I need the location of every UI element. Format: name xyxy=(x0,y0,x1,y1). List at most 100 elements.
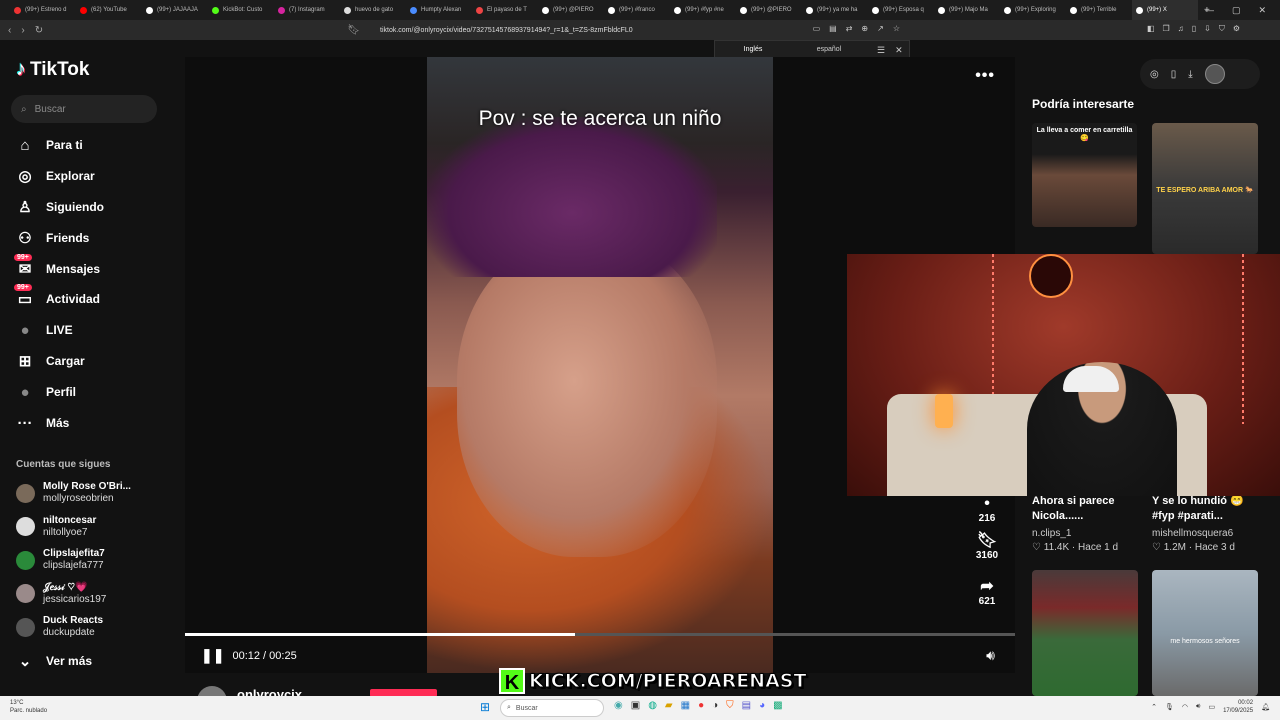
recommendation-title[interactable]: Y se lo hundió 😁 #fyp #parati... xyxy=(1152,494,1264,524)
browser-tab[interactable]: El payaso de T xyxy=(472,0,538,20)
sidebar-item-actividad[interactable]: ▭ 99+ Actividad xyxy=(14,284,100,308)
recommendation-title[interactable]: Ahora si parece Nicola...... xyxy=(1032,494,1142,524)
clock[interactable]: 00:02 17/09/2025 xyxy=(1223,699,1253,715)
browser-tab[interactable]: (7) Instagram xyxy=(274,0,340,20)
following-account[interactable]: 𝒥𝑒𝓈𝓈𝒾 ♡💗 jessicarios197 xyxy=(16,582,106,606)
browser-tab[interactable]: KickBot: Custo xyxy=(208,0,274,20)
browser-tab[interactable]: (99+) #franco xyxy=(604,0,670,20)
sidebar-item-siguiendo[interactable]: ♙ Siguiendo xyxy=(16,198,104,216)
browser-tab[interactable]: (62) YouTube xyxy=(76,0,142,20)
bookmark-icon[interactable]: 🔖︎ xyxy=(347,25,360,36)
browser-tab[interactable]: (99+) Esposa q xyxy=(868,0,934,20)
sidebar-item-parati[interactable]: ⌂ Para ti xyxy=(16,136,82,154)
chevron-up-icon[interactable]: ⌃ xyxy=(1151,703,1157,711)
taskbar-search[interactable]: ⌕ Buscar xyxy=(500,699,604,717)
more-options-icon[interactable]: ••• xyxy=(975,67,995,85)
video-frame[interactable]: Pov : se te acerca un niño xyxy=(427,57,773,673)
reader-icon[interactable]: ▤ xyxy=(829,24,837,33)
sidebar-item-explorar[interactable]: ◎ Explorar xyxy=(16,167,94,185)
browser-tab[interactable]: (99+) Exploring xyxy=(1000,0,1066,20)
maximize-icon[interactable]: ▢ xyxy=(1232,5,1241,16)
excel-icon[interactable]: ▩ xyxy=(773,700,782,711)
teams-icon[interactable]: ▤ xyxy=(742,700,751,711)
pause-icon[interactable]: ❚❚ xyxy=(201,647,224,664)
forward-icon[interactable]: › xyxy=(21,25,24,36)
volume-icon[interactable]: 🔊︎ xyxy=(986,647,995,664)
following-account[interactable]: Clipslajefita7 clipslajefa777 xyxy=(16,548,105,572)
recommendation-thumb[interactable] xyxy=(1032,570,1138,696)
recommendation-thumb[interactable]: me hermosos señores xyxy=(1152,570,1258,696)
search-input[interactable]: ⌕ Buscar xyxy=(11,95,157,123)
user-avatar[interactable] xyxy=(1204,64,1225,84)
sidebar-item-cargar[interactable]: ⊞ Cargar xyxy=(16,352,85,370)
browser-tab[interactable]: (99+) @PIERO xyxy=(736,0,802,20)
edge-icon[interactable]: ◍ xyxy=(648,700,657,711)
back-icon[interactable]: ‹ xyxy=(8,25,11,36)
split-view-icon[interactable]: ▭ xyxy=(813,24,821,33)
browser-tab[interactable]: (99+) Majo Ma xyxy=(934,0,1000,20)
recommendation-user[interactable]: n.clips_1 xyxy=(1032,528,1071,539)
zoom-icon[interactable]: ⊕ xyxy=(861,24,868,33)
browser-tab[interactable]: (99+) JAJAAJA xyxy=(142,0,208,20)
get-coins-icon[interactable]: ◎ xyxy=(1150,69,1159,80)
file-explorer-icon[interactable]: ▰ xyxy=(665,700,673,711)
store-icon[interactable]: ▦ xyxy=(681,700,690,711)
share-action[interactable]: ➦ 621 xyxy=(962,576,1012,607)
recommendation-user[interactable]: mishellmosquera6 xyxy=(1152,528,1233,539)
comments-action[interactable]: • 216 xyxy=(962,495,1012,524)
copilot-icon[interactable]: ◉ xyxy=(614,700,623,711)
sidebar-item-perfil[interactable]: ● Perfil xyxy=(16,383,76,401)
see-more-button[interactable]: ⌄ Ver más xyxy=(16,652,92,670)
sidebar-item-ms[interactable]: ··· Más xyxy=(16,414,70,432)
tiktok-logo[interactable]: ♪ TikTok xyxy=(16,58,89,81)
browser-tab[interactable]: Humpty Alexan xyxy=(406,0,472,20)
speaker-icon[interactable]: 🔊︎ xyxy=(1196,703,1200,711)
extension-icon[interactable]: ◧ xyxy=(1147,24,1155,34)
download-icon[interactable]: ⤓ xyxy=(1188,69,1192,80)
discord-icon[interactable]: ◕ xyxy=(759,700,765,711)
browser-tab[interactable]: huevo de gato xyxy=(340,0,406,20)
browser-tab[interactable]: (99+) #fyp #ne xyxy=(670,0,736,20)
url-bar[interactable]: tiktok.com/@onlyroycix/video/73275145768… xyxy=(380,27,633,34)
recommendation-thumb[interactable]: La lleva a comer en carretilla 😋 xyxy=(1032,123,1137,227)
brave-icon[interactable]: ⛉ xyxy=(726,700,734,711)
recommendation-thumb[interactable]: TE ESPERO ARIBA AMOR 🐎 xyxy=(1152,123,1258,254)
browser-tab[interactable]: (99+) X xyxy=(1132,0,1198,20)
sidebar-item-live[interactable]: ● LIVE xyxy=(16,321,72,339)
save-action[interactable]: 🔖︎ 3160 xyxy=(962,530,1012,561)
browser-tab[interactable]: (99+) @PIERO xyxy=(538,0,604,20)
share-icon[interactable]: ↗ xyxy=(877,24,884,33)
phone-icon[interactable]: ▯ xyxy=(1171,69,1177,80)
music-icon[interactable]: ♫ xyxy=(1178,24,1184,34)
obs-icon[interactable]: ◑ xyxy=(712,700,718,711)
weather-widget[interactable]: 13°C Parc. nublado xyxy=(10,699,47,715)
sidebar-item-mensajes[interactable]: ✉ 99+ Mensajes xyxy=(14,254,100,278)
close-translate-icon[interactable]: ✕ xyxy=(895,45,903,56)
shield-icon[interactable]: ⛉ xyxy=(1219,24,1225,34)
copy-icon[interactable]: ❐ xyxy=(1163,24,1170,34)
downloads-icon[interactable]: ⇩ xyxy=(1204,24,1211,34)
windows-start-icon[interactable]: ⊞ xyxy=(480,701,493,714)
video-progress-bar[interactable] xyxy=(185,633,1015,636)
minimize-icon[interactable]: — xyxy=(1205,5,1214,15)
translate-icon[interactable]: ⇄ xyxy=(846,24,853,33)
browser-tab[interactable]: (99+) Terrible xyxy=(1066,0,1132,20)
wifi-icon[interactable]: ◠ xyxy=(1182,703,1188,711)
close-icon[interactable]: ✕ xyxy=(1258,5,1266,16)
following-account[interactable]: Molly Rose O'Bri... mollyroseobrien xyxy=(16,481,131,505)
browser-tab[interactable]: (99+) ya me ha xyxy=(802,0,868,20)
sidebar-item-friends[interactable]: ⚇ Friends xyxy=(16,229,89,247)
settings-icon[interactable]: ⚙ xyxy=(1233,24,1240,34)
notifications-icon[interactable]: 🔔︎ xyxy=(1261,703,1270,711)
mic-icon[interactable]: 🎙︎ xyxy=(1165,703,1174,711)
following-account[interactable]: Duck Reacts duckupdate xyxy=(16,615,103,639)
star-icon[interactable]: ☆ xyxy=(893,24,900,33)
battery-icon[interactable]: ▭ xyxy=(1208,703,1215,711)
menu-icon[interactable]: ☰ xyxy=(877,45,885,56)
sidebar-toggle-icon[interactable]: ▯ xyxy=(1192,24,1196,34)
browser-tab[interactable]: (99+) Estreno d xyxy=(10,0,76,20)
following-account[interactable]: niltoncesar niltollyoe7 xyxy=(16,515,96,539)
app-icon[interactable]: ● xyxy=(698,700,704,711)
reload-icon[interactable]: ↻ xyxy=(35,25,43,36)
task-view-icon[interactable]: ▣ xyxy=(631,700,640,711)
